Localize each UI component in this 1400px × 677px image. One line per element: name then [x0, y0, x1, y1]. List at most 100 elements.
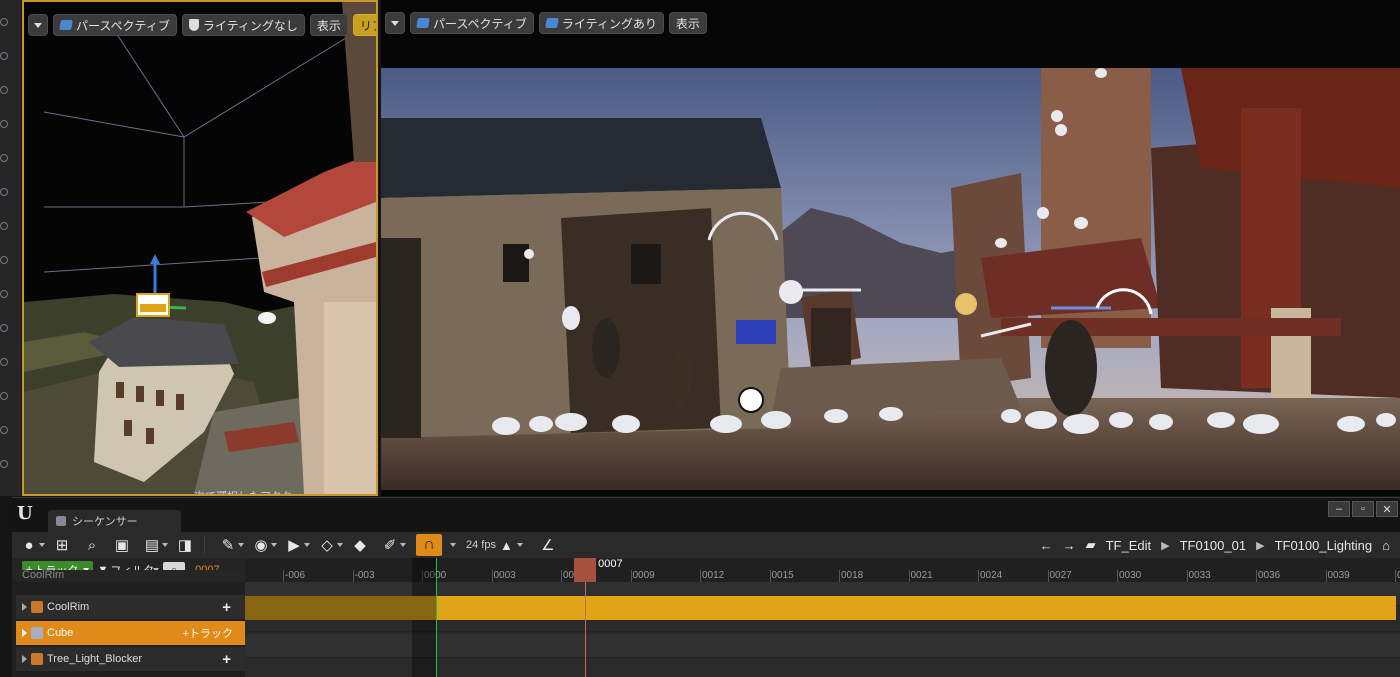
track-row-coolrim[interactable]: CoolRim +	[16, 595, 245, 619]
ruler-tick	[1325, 570, 1327, 582]
sequencer-tab-bar: U シーケンサー – ▫ ✕	[12, 498, 1400, 532]
forward-arrow-icon[interactable]: →	[1063, 538, 1076, 553]
lighting-label: ライティングあり	[561, 16, 657, 31]
minimize-button[interactable]: –	[1328, 501, 1350, 517]
show-button[interactable]: 表示	[668, 12, 707, 34]
track-row-partial: CoolRim	[16, 570, 245, 580]
playback-start-marker[interactable]	[436, 558, 437, 677]
expand-arrow-icon[interactable]	[22, 629, 27, 637]
warning-icon: ▲	[499, 537, 513, 553]
ruler-tick	[561, 570, 562, 582]
track-list: CoolRim CoolRim + Cube +トラック Tree_Light_…	[12, 570, 245, 677]
add-track-plus-button[interactable]: +	[222, 599, 231, 616]
strip-icon[interactable]	[0, 86, 8, 94]
lit-icon	[544, 18, 559, 28]
strip-icon[interactable]	[0, 52, 8, 60]
strip-icon[interactable]	[0, 256, 8, 264]
ruler-tick	[908, 570, 910, 582]
track-row-cube[interactable]: Cube +トラック	[16, 621, 245, 645]
strip-icon[interactable]	[0, 120, 8, 128]
unlit-icon	[188, 19, 199, 31]
camera-icon[interactable]: ▣	[109, 534, 135, 556]
strip-icon[interactable]	[0, 392, 8, 400]
back-arrow-icon[interactable]: ←	[1040, 538, 1053, 553]
add-camera-cut-icon[interactable]: ⊞	[49, 534, 75, 556]
strip-icon[interactable]	[0, 324, 8, 332]
chevron-down-icon	[450, 543, 456, 547]
cube-section-bar[interactable]	[436, 596, 1396, 620]
ruler-tick-label: 0036	[1258, 570, 1281, 581]
strip-icon[interactable]	[0, 358, 8, 366]
perspective-label: パースペクティブ	[76, 18, 170, 33]
sequencer-tab-icon	[56, 516, 66, 526]
expand-arrow-icon[interactable]	[22, 603, 27, 611]
curve-editor-icon[interactable]: ∠	[535, 534, 561, 556]
viewport-left[interactable]: パースペクティブ ライティングなし 表示 リアルタイム 次で選択したアクタ	[22, 0, 378, 496]
strip-icon[interactable]	[0, 460, 8, 468]
chevron-down-icon	[34, 22, 42, 28]
ruler-tick	[839, 570, 840, 582]
ruler-tick	[1117, 570, 1118, 582]
ruler-tick	[700, 570, 701, 582]
key-tag-icon[interactable]: ◆	[347, 534, 373, 556]
ruler-tick-label: 0012	[702, 570, 725, 581]
strip-icon[interactable]	[0, 154, 8, 162]
chevron-down-icon	[400, 543, 406, 547]
chevron-down-icon	[238, 543, 244, 547]
lighting-mode-button[interactable]: ライティングあり	[538, 12, 664, 34]
ruler-tick-label: 0018	[841, 570, 864, 581]
snap-magnet-button[interactable]: ∩	[416, 534, 442, 556]
track-row-tree-light-blocker[interactable]: Tree_Light_Blocker +	[16, 647, 245, 671]
lock-icon[interactable]: ⌂	[1382, 538, 1390, 553]
ruler-tick-label: 0039	[1327, 570, 1350, 581]
ruler-tick	[1047, 570, 1049, 582]
perspective-cube-icon	[59, 20, 73, 30]
ruler-tick-label: 0030	[1119, 570, 1142, 581]
ruler-tick	[630, 570, 632, 582]
show-button[interactable]: 表示	[309, 14, 348, 36]
viewport-menu-button[interactable]	[28, 14, 48, 36]
playhead-handle[interactable]	[574, 558, 597, 582]
search-icon[interactable]: ⌕	[79, 534, 105, 556]
strip-icon[interactable]	[0, 426, 8, 434]
folder-icon[interactable]: ▰	[1086, 537, 1096, 553]
timeline[interactable]: -006-00300000003000600090012001500180021…	[245, 558, 1400, 677]
breadcrumb-item[interactable]: TF_Edit	[1106, 538, 1152, 553]
ruler-tick-label: -006	[285, 570, 306, 581]
strip-icon[interactable]	[0, 18, 8, 26]
perspective-button[interactable]: パースペクティブ	[53, 14, 177, 36]
perspective-button[interactable]: パースペクティブ	[410, 12, 534, 34]
add-track-plus-button[interactable]: +	[222, 651, 231, 668]
actor-icon	[31, 653, 43, 665]
tab-sequencer[interactable]: シーケンサー	[48, 510, 181, 532]
playhead-line	[585, 582, 587, 677]
viewport-menu-button[interactable]	[385, 12, 405, 34]
track-label: CoolRim	[47, 601, 90, 613]
fps-selector[interactable]: 24 fps	[466, 539, 496, 551]
cube-actor-icon	[31, 627, 43, 639]
sequencer-toolbar: ● ⊞ ⌕ ▣ ▤ ◨ ✎ ◉ ▶ ◇ ◆ ✐ ∩ 24 fps ▲ ∠ ← →…	[12, 532, 1400, 558]
perspective-label: パースペクティブ	[433, 16, 527, 31]
add-track-button[interactable]: +トラック	[183, 625, 233, 641]
close-button[interactable]: ✕	[1376, 501, 1398, 517]
show-label: 表示	[316, 18, 341, 33]
ruler-tick	[978, 570, 979, 582]
ruler-tick	[1186, 570, 1188, 582]
strip-icon[interactable]	[0, 188, 8, 196]
viewport-right-toolbar: パースペクティブ ライティングあり 表示	[385, 12, 707, 34]
viewport-right[interactable]: パースペクティブ ライティングあり 表示	[381, 0, 1400, 496]
expand-arrow-icon[interactable]	[22, 655, 27, 663]
breadcrumb-item[interactable]: TF0100_Lighting	[1275, 538, 1373, 553]
strip-icon[interactable]	[0, 290, 8, 298]
ruler-tick	[352, 570, 354, 582]
breadcrumb-item[interactable]: TF0100_01	[1180, 538, 1247, 553]
chevron-down-icon	[304, 543, 310, 547]
realtime-button[interactable]: リアルタイム	[352, 14, 376, 36]
maximize-button[interactable]: ▫	[1352, 501, 1374, 517]
render-movie-icon[interactable]: ◨	[172, 534, 198, 556]
cube-section-pre[interactable]	[245, 596, 436, 620]
ruler-tick	[769, 570, 771, 582]
realtime-label: リアルタイム	[359, 18, 376, 33]
lighting-mode-button[interactable]: ライティングなし	[181, 14, 305, 36]
strip-icon[interactable]	[0, 222, 8, 230]
